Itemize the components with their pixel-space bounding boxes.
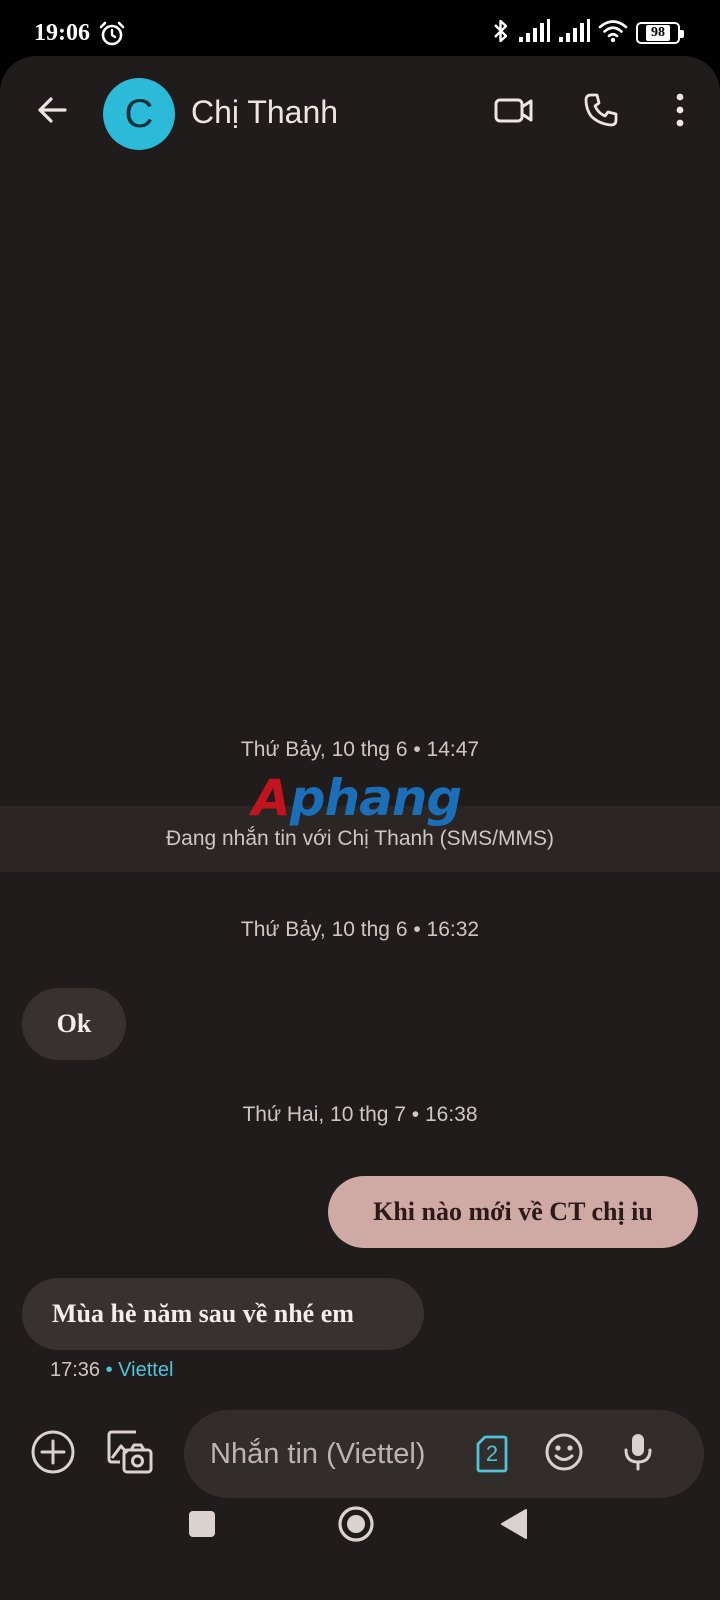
- square-icon: [188, 1510, 216, 1543]
- incoming-message-bubble[interactable]: Ok: [22, 988, 126, 1060]
- watermark-logo: Aphang: [252, 769, 462, 827]
- message-meta: 17:36 • Viettel: [50, 1359, 173, 1382]
- system-nav-bar: [0, 1450, 720, 1600]
- conversation-header: C Chị Thanh: [0, 56, 720, 172]
- arrow-left-icon: [35, 93, 69, 132]
- signal-icon: [558, 18, 590, 48]
- sms-banner-text: Đang nhắn tin với Chị Thanh (SMS/MMS): [165, 827, 555, 850]
- battery-icon: 98: [636, 22, 684, 44]
- status-icons: 98: [492, 17, 684, 50]
- phone-icon: [583, 92, 619, 133]
- video-call-button[interactable]: [490, 88, 538, 136]
- status-bar: 19:06 98: [0, 0, 720, 64]
- avatar-letter: C: [124, 91, 154, 136]
- alarm-icon: [98, 20, 126, 48]
- more-vertical-icon: [675, 93, 685, 132]
- more-options-button[interactable]: [656, 88, 704, 136]
- phone-call-button[interactable]: [577, 88, 625, 136]
- battery-level: 98: [646, 25, 670, 41]
- contact-name[interactable]: Chị Thanh: [191, 94, 338, 131]
- messages-app: C Chị Thanh Thứ Bảy, 10 thg 6 • 14:47 Đa…: [0, 56, 720, 1600]
- video-camera-icon: [494, 93, 534, 132]
- outgoing-message-bubble[interactable]: Khi nào mới về CT chị iu: [328, 1176, 698, 1248]
- message-text: Mùa hè năm sau về nhé em: [52, 1299, 354, 1328]
- message-time: 17:36: [50, 1359, 101, 1381]
- signal-icon: [518, 18, 550, 48]
- date-stamp: Thứ Hai, 10 thg 7 • 16:38: [242, 1103, 478, 1126]
- message-text: Khi nào mới về CT chị iu: [373, 1197, 653, 1226]
- date-stamp: Thứ Bảy, 10 thg 6 • 14:47: [240, 738, 480, 761]
- triangle-back-icon: [500, 1508, 528, 1545]
- back-nav-button[interactable]: [490, 1502, 538, 1550]
- bluetooth-icon: [492, 17, 510, 50]
- recent-apps-button[interactable]: [178, 1502, 226, 1550]
- message-text: Ok: [56, 1009, 92, 1038]
- home-button[interactable]: [332, 1502, 380, 1550]
- contact-avatar[interactable]: C: [103, 78, 175, 150]
- back-button[interactable]: [28, 88, 76, 136]
- home-circle-icon: [336, 1504, 376, 1549]
- incoming-message-bubble[interactable]: Mùa hè năm sau về nhé em: [22, 1278, 424, 1350]
- message-carrier: • Viettel: [105, 1359, 174, 1381]
- status-time: 19:06: [34, 20, 90, 46]
- wifi-icon: [598, 19, 628, 48]
- date-stamp: Thứ Bảy, 10 thg 6 • 16:32: [240, 918, 480, 941]
